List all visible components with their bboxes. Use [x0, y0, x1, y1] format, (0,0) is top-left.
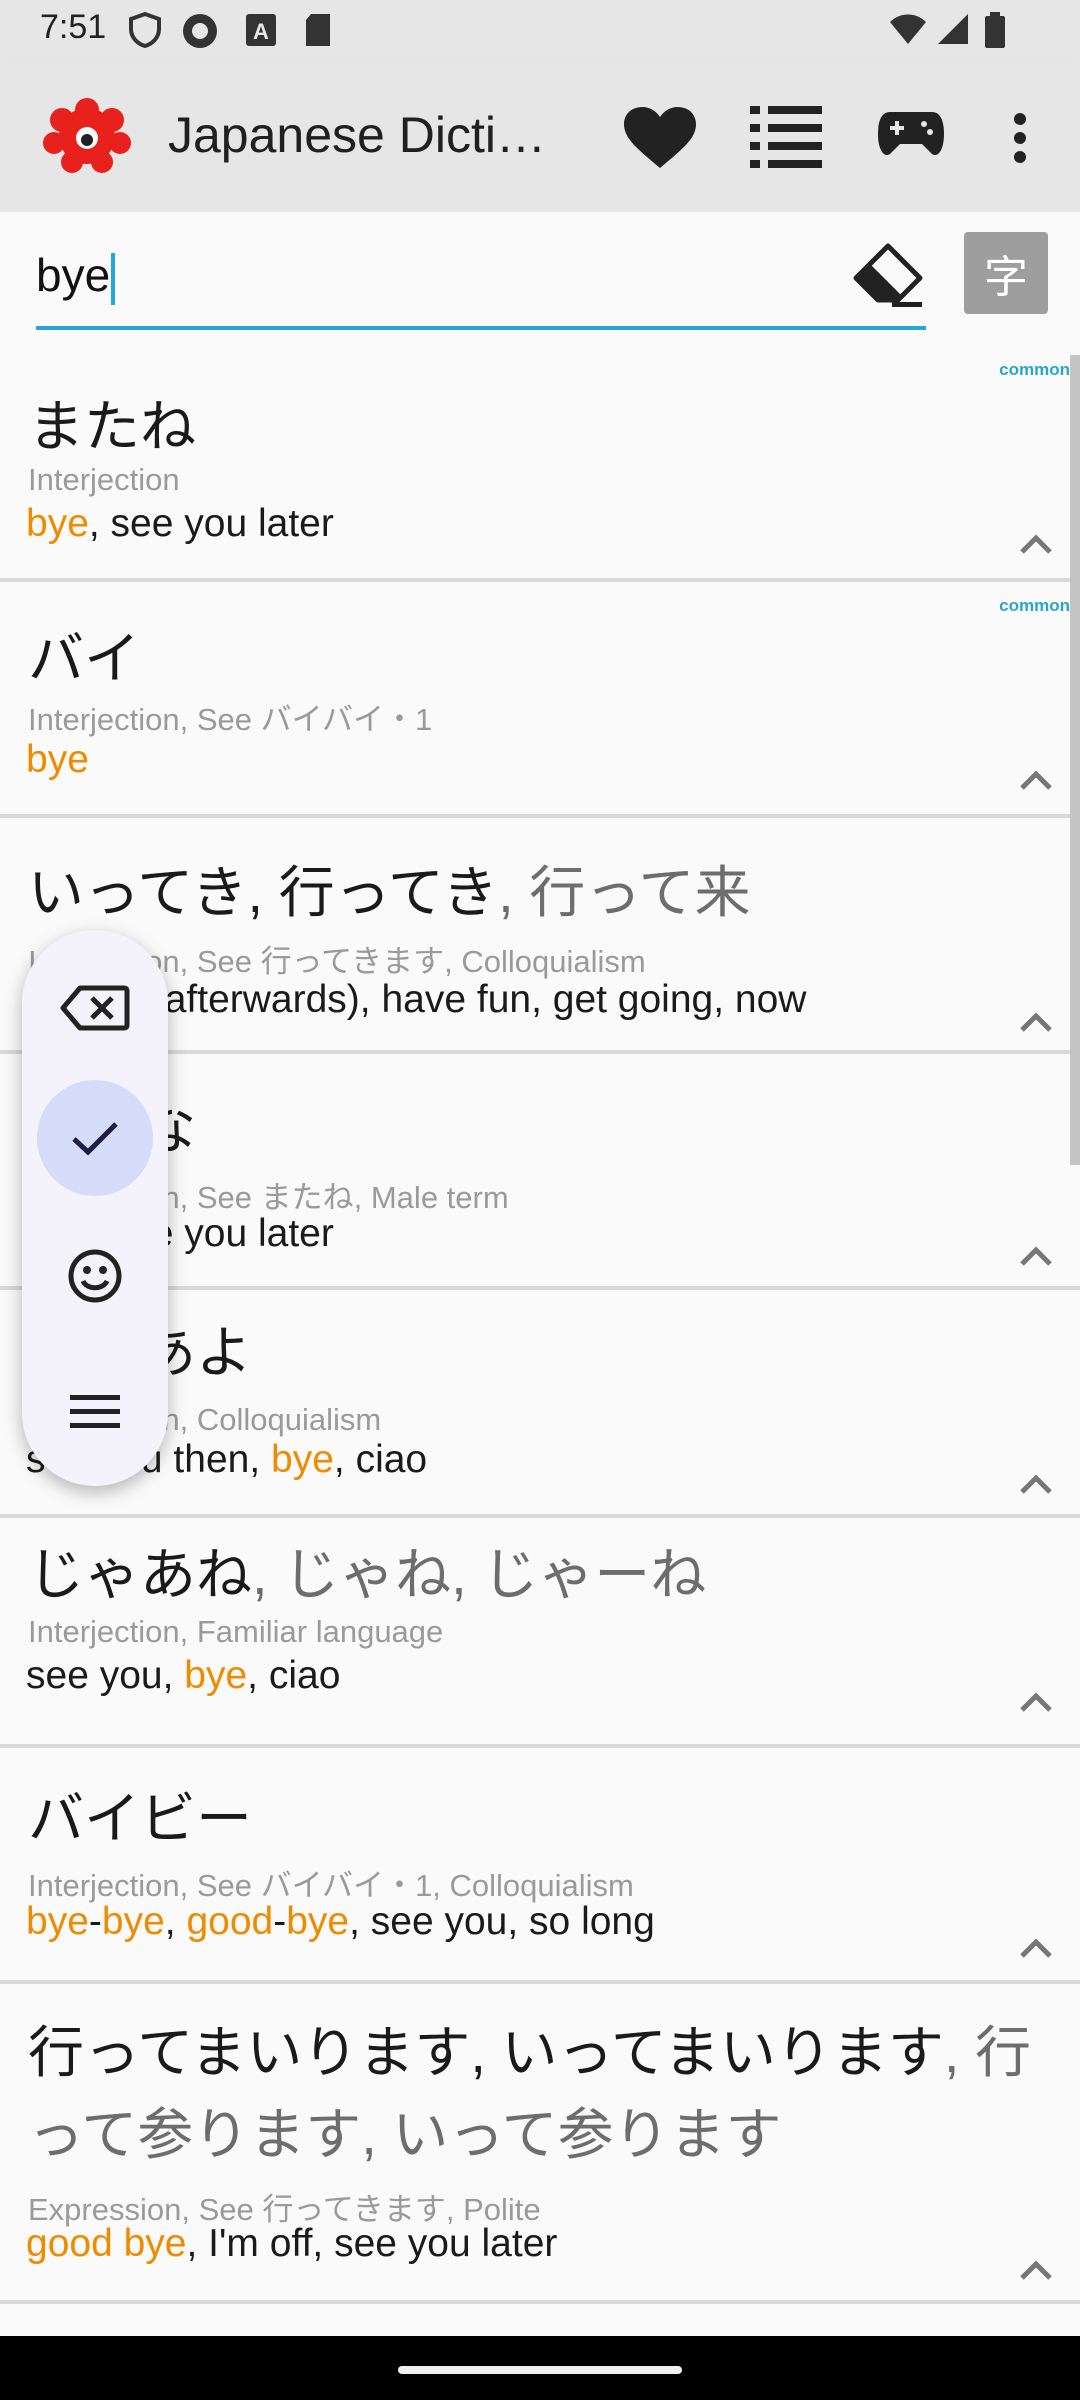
eraser-clear-icon[interactable] — [852, 242, 924, 308]
entry-part-of-speech: Interjection, See バイバイ・1, Colloquialism — [28, 1868, 634, 1903]
font-download-icon: A — [246, 14, 276, 46]
shield-icon — [129, 12, 161, 48]
checkmark-icon — [72, 1122, 118, 1156]
menu-button[interactable] — [37, 1354, 153, 1470]
sync-icon — [183, 14, 217, 48]
chevron-up-icon[interactable] — [1016, 530, 1056, 558]
entry-word: またね — [28, 395, 196, 458]
entry-gloss: good bye, I'm off, see you later — [26, 2222, 557, 2266]
entry-part-of-speech: Interjection — [28, 462, 180, 497]
gloss-highlight: bye — [184, 1654, 248, 1697]
kanji-lookup-button[interactable]: 字 — [964, 232, 1048, 314]
gloss-highlight: good — [186, 1900, 274, 1943]
svg-text:A: A — [253, 19, 269, 44]
common-badge: common — [999, 596, 1070, 615]
list-icon[interactable] — [748, 100, 824, 172]
list-item[interactable]: じゃあね, じゃね, じゃーね Interjection, Familiar l… — [0, 1518, 1080, 1748]
gloss-text: , — [164, 1900, 187, 1943]
favorites-heart-icon[interactable] — [620, 104, 700, 172]
home-gesture-handle[interactable] — [398, 2366, 682, 2374]
status-time: 7:51 — [40, 8, 107, 46]
search-query-text: bye — [36, 249, 111, 301]
entry-word: いってき, 行ってき, 行って来 — [28, 861, 751, 924]
wifi-icon — [890, 14, 926, 44]
gloss-highlight: bye — [26, 1900, 89, 1943]
text-cursor — [111, 252, 116, 305]
gloss-text: , see you later — [88, 502, 334, 545]
entry-word: バイビー — [28, 1787, 252, 1850]
app-bar: Japanese Dicti… — [0, 64, 1080, 212]
gloss-highlight: bye — [26, 502, 89, 545]
list-item[interactable]: common またね Interjection bye, see you lat… — [0, 346, 1080, 582]
gloss-highlight: good bye — [26, 2222, 187, 2265]
entry-gloss: bye — [26, 738, 89, 782]
entry-word: じゃあね, じゃね, じゃーね — [28, 1543, 707, 1606]
floating-keyboard-toolbar — [22, 930, 168, 1486]
search-query[interactable]: bye — [36, 248, 116, 305]
scrollbar[interactable] — [1070, 355, 1080, 1165]
chevron-up-icon[interactable] — [1016, 2256, 1056, 2284]
gloss-text: , ciao — [247, 1654, 341, 1697]
status-bar: 7:51 A — [0, 0, 1080, 64]
app-logo-icon — [43, 98, 131, 173]
entry-part-of-speech: Interjection, See バイバイ・1 — [28, 702, 433, 737]
gloss-text: , I'm off, see you later — [186, 2222, 558, 2265]
list-item[interactable]: common バイ Interjection, See バイバイ・1 bye — [0, 582, 1080, 818]
entry-gloss: bye-bye, good-bye, see you, so long — [26, 1900, 655, 1944]
chevron-up-icon[interactable] — [1016, 766, 1056, 794]
gloss-highlight: bye — [271, 1438, 334, 1481]
backspace-icon — [60, 985, 130, 1031]
done-button[interactable] — [37, 1080, 153, 1196]
battery-icon — [985, 12, 1005, 48]
list-item[interactable]: バイビー Interjection, See バイバイ・1, Colloquia… — [0, 1748, 1080, 1984]
gloss-text: , see you, so long — [349, 1900, 655, 1943]
entry-part-of-speech: Interjection, Familiar language — [28, 1614, 444, 1649]
gloss-highlight: bye — [101, 1900, 165, 1943]
list-item[interactable]: 行ってまいります, いってまいります, 行って参ります, いって参ります Exp… — [0, 1984, 1080, 2304]
entry-word: バイ — [28, 627, 140, 690]
gloss-text: , ciao — [333, 1438, 428, 1481]
search-input[interactable] — [36, 236, 926, 330]
common-badge: common — [999, 360, 1070, 379]
chevron-up-icon[interactable] — [1016, 1242, 1056, 1270]
chevron-up-icon[interactable] — [1016, 1934, 1056, 1962]
entry-word: 行ってまいります, いってまいります, 行って参ります, いって参ります — [28, 2021, 1032, 2166]
smiley-icon — [68, 1249, 122, 1303]
more-options-icon[interactable] — [1010, 112, 1030, 164]
signal-icon — [938, 14, 968, 44]
gloss-text: - — [273, 1900, 287, 1943]
entry-gloss: see you, bye, ciao — [26, 1654, 340, 1698]
gamepad-icon[interactable] — [876, 108, 946, 160]
chevron-up-icon[interactable] — [1016, 1688, 1056, 1716]
chevron-up-icon[interactable] — [1016, 1470, 1056, 1498]
sd-card-icon — [306, 14, 330, 46]
gloss-highlight: bye — [26, 738, 89, 781]
backspace-button[interactable] — [37, 950, 153, 1066]
hamburger-icon — [70, 1395, 120, 1428]
chevron-up-icon[interactable] — [1016, 1008, 1056, 1036]
gloss-text: see you, — [26, 1654, 185, 1697]
entry-gloss: bye, see you later — [26, 502, 334, 546]
gloss-text: - — [88, 1900, 102, 1943]
app-title: Japanese Dicti… — [168, 107, 546, 163]
emoji-button[interactable] — [37, 1218, 153, 1334]
gloss-highlight: bye — [286, 1900, 350, 1943]
